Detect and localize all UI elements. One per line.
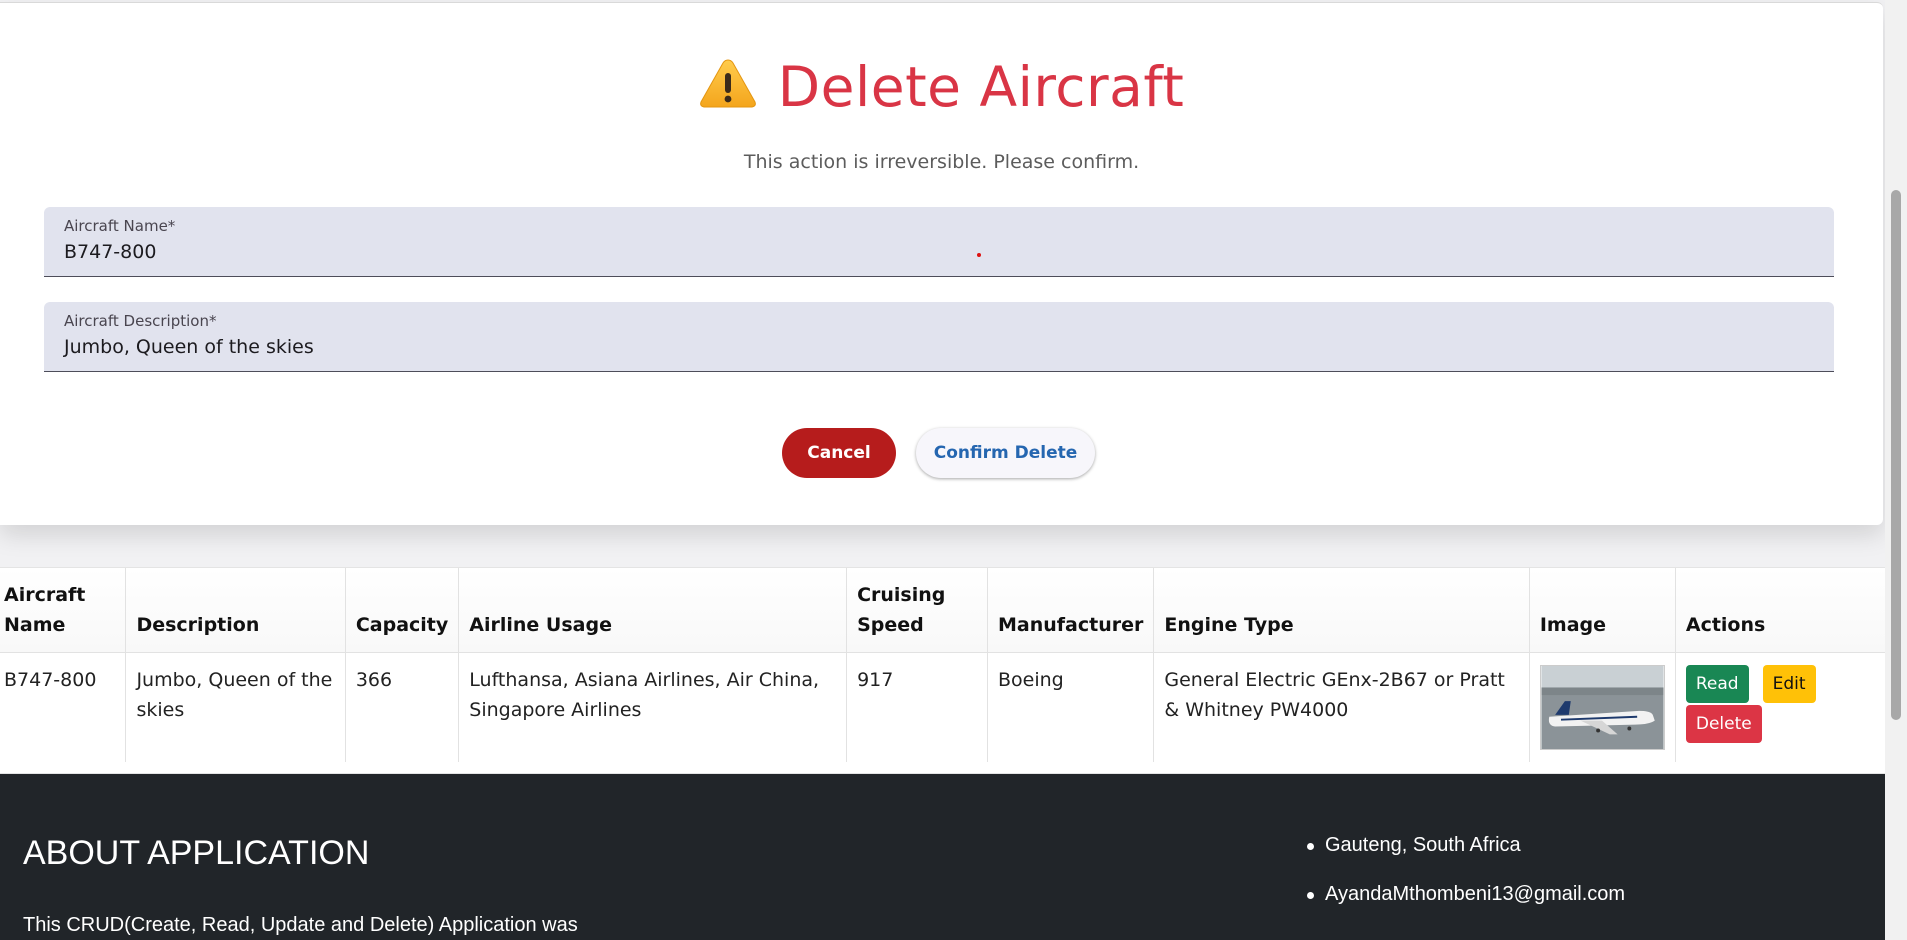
about-text: This CRUD(Create, Read, Update and Delet… [23,914,578,936]
header-image: Image [1529,568,1676,653]
header-manufacturer: Manufacturer [987,568,1155,653]
dialog-subtitle: This action is irreversible. Please conf… [743,151,1140,173]
read-button[interactable]: Read [1685,665,1749,703]
cell-actions: Read Edit Delete [1675,653,1885,763]
table-header-row: Aircraft Name Description Capacity Airli… [0,568,1885,653]
contact-email[interactable]: AyandaMthombeni13@gmail.com [1305,883,1625,906]
scrollbar-thumb[interactable] [1891,190,1901,720]
header-actions: Actions [1675,568,1885,653]
edit-button[interactable]: Edit [1762,665,1816,703]
header-engine-type: Engine Type [1153,568,1530,653]
header-aircraft-name: Aircraft Name [0,568,127,653]
header-cruising-speed: Cruising Speed [846,568,988,653]
cell-airline-usage: Lufthansa, Asiana Airlines, Air China, S… [458,652,848,762]
dialog-header: Delete Aircraft [0,55,1883,119]
dialog-title: Delete Aircraft [777,55,1185,119]
footer: ABOUT APPLICATION This CRUD(Create, Read… [0,774,1885,940]
cell-description: Jumbo, Queen of the skies [125,652,346,762]
delete-button[interactable]: Delete [1685,705,1762,743]
page-scrollbar[interactable] [1885,0,1907,940]
aircraft-description-value[interactable]: Jumbo, Queen of the skies [64,336,314,358]
aircraft-table: Aircraft Name Description Capacity Airli… [0,567,1885,774]
cell-capacity: 366 [345,652,460,762]
about-title: ABOUT APPLICATION [23,834,370,872]
aircraft-name-field[interactable]: Aircraft Name* B747-800 [44,207,1834,277]
header-airline-usage: Airline Usage [458,568,848,653]
cell-manufacturer: Boeing [987,652,1155,762]
warning-icon [699,59,756,108]
cell-image [1529,652,1676,762]
contact-location: Gauteng, South Africa [1305,834,1625,857]
cell-cruising-speed: 917 [846,652,988,762]
contact-list: Gauteng, South Africa AyandaMthombeni13@… [1305,834,1625,932]
header-description: Description [125,568,346,653]
aircraft-photo [1539,665,1665,750]
aircraft-description-label: Aircraft Description* [64,312,217,330]
cell-engine-type: General Electric GEnx-2B67 or Pratt & Wh… [1153,652,1530,762]
cursor-marker [977,253,981,257]
confirm-delete-button[interactable]: Confirm Delete [916,428,1095,478]
cell-aircraft-name: B747-800 [0,652,127,762]
header-capacity: Capacity [345,568,460,653]
aircraft-name-label: Aircraft Name* [64,217,176,235]
table-row: B747-800 Jumbo, Queen of the skies 366 L… [0,652,1885,763]
delete-dialog: Delete Aircraft This action is irreversi… [0,2,1883,525]
aircraft-description-field[interactable]: Aircraft Description* Jumbo, Queen of th… [44,302,1834,372]
cancel-button[interactable]: Cancel [782,428,896,478]
aircraft-name-value[interactable]: B747-800 [64,241,156,263]
